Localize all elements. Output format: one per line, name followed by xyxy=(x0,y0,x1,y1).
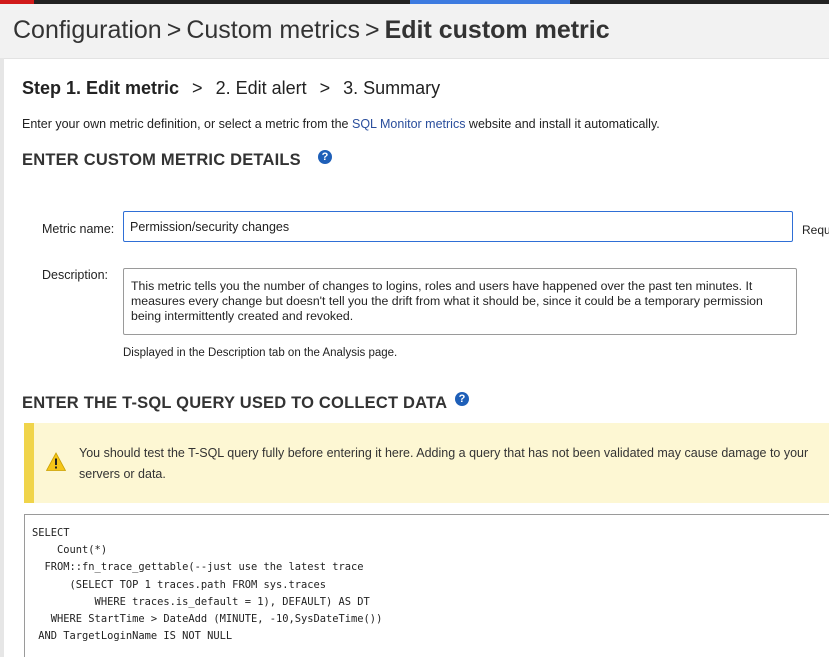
warning-triangle-icon xyxy=(46,452,66,471)
wizard-steps: Step 1. Edit metric >2. Edit alert >3. Sum… xyxy=(22,78,440,99)
breadcrumb-separator: > xyxy=(166,16,182,44)
page-header: Configuration > Custom metrics > Edit custom… xyxy=(0,4,829,59)
intro-text: Enter your own metric definition, or sel… xyxy=(22,117,660,131)
intro-text-after: website and install it automatically. xyxy=(465,117,660,131)
step-summary: 3. Summary xyxy=(343,78,441,98)
breadcrumb: Configuration > Custom metrics > Edit custom… xyxy=(13,16,610,45)
section-title-metric-details: ENTER CUSTOM METRIC DETAILS xyxy=(22,151,301,169)
step-separator: > xyxy=(319,78,331,98)
step-edit-metric: Step 1. Edit metric xyxy=(22,78,180,98)
page-title: Edit custom metric xyxy=(384,16,610,44)
required-indicator: Requ xyxy=(802,223,829,237)
step-separator: > xyxy=(192,78,203,98)
step-edit-alert: 2. Edit alert xyxy=(215,78,307,98)
sql-monitor-metrics-link[interactable]: SQL Monitor metrics xyxy=(352,117,465,131)
description-textarea[interactable]: This metric tells you the number of chan… xyxy=(123,268,797,335)
tsql-query-editor[interactable]: SELECT Count(*) FROM::fn_trace_gettable(… xyxy=(24,514,829,657)
metric-name-label: Metric name: xyxy=(42,222,115,236)
intro-text-before: Enter your own metric definition, or sel… xyxy=(22,117,352,131)
description-hint: Displayed in the Description tab on the … xyxy=(123,347,398,359)
left-edge xyxy=(0,58,4,657)
warning-text: You should test the T-SQL query fully be… xyxy=(79,446,809,481)
section-title-tsql-query: ENTER THE T-SQL QUERY USED TO COLLECT DA… xyxy=(22,394,448,412)
breadcrumb-custom-metrics[interactable]: Custom metrics xyxy=(186,16,360,44)
metric-name-input[interactable] xyxy=(123,211,793,242)
description-label: Description: xyxy=(42,268,108,282)
breadcrumb-separator: > xyxy=(364,16,380,44)
question-circle-icon[interactable]: ? xyxy=(455,392,469,406)
breadcrumb-configuration[interactable]: Configuration xyxy=(13,16,162,44)
warning-banner: You should test the T-SQL query fully be… xyxy=(24,423,829,503)
warning-stripe xyxy=(24,423,34,503)
question-circle-icon[interactable]: ? xyxy=(318,150,332,164)
